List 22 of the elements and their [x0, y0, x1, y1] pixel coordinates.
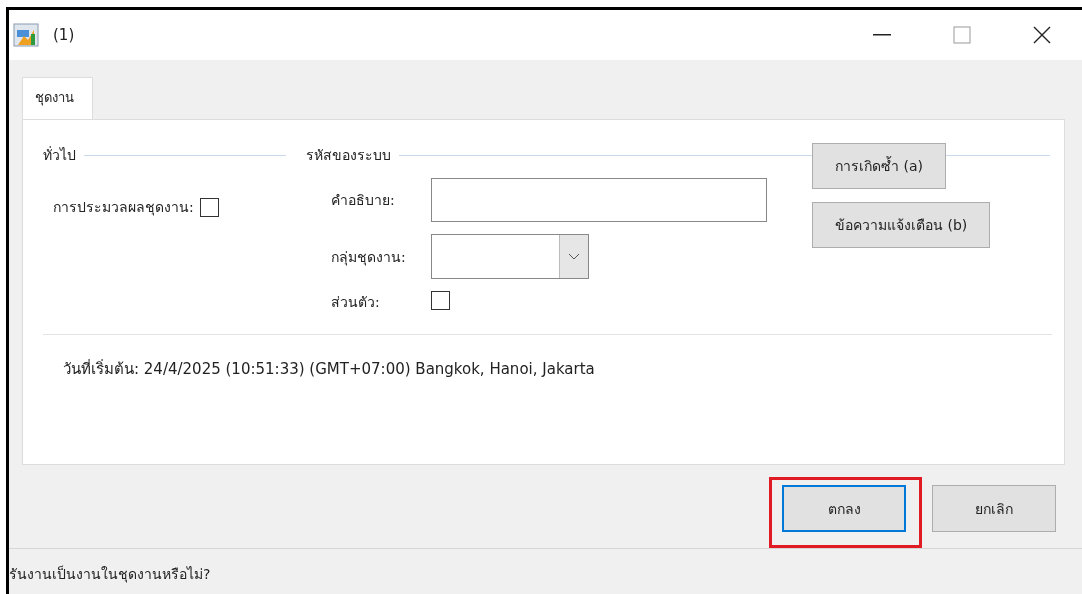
group-dropdown[interactable]: [431, 234, 589, 279]
section-heading: รหัสของระบบ: [306, 146, 391, 165]
dialog-button[interactable]: ตกลง: [782, 485, 906, 532]
minimize-icon[interactable]: [873, 34, 891, 36]
field-label: กลุ่มชุดงาน:: [331, 247, 407, 268]
field-label: ส่วนตัว:: [331, 293, 381, 312]
checkbox[interactable]: [199, 197, 219, 217]
description-field[interactable]: [431, 178, 767, 222]
action-button[interactable]: การเกิดซ้ำ (a): [812, 143, 946, 189]
section-heading: ทั่วไป: [43, 145, 76, 165]
app-icon: [13, 22, 39, 48]
window-title: (1): [53, 26, 75, 44]
close-icon[interactable]: [1033, 26, 1051, 44]
checkbox[interactable]: [431, 291, 450, 310]
field-label: การประมวลผลชุดงาน:: [53, 198, 194, 218]
chevron-down-icon: [568, 253, 580, 260]
tab[interactable]: ชุดงาน: [22, 77, 93, 119]
status-bar-text: รันงานเป็นงานในชุดงานหรือไม่?: [9, 548, 1082, 585]
field-label: คำอธิบาย:: [331, 191, 396, 210]
dialog-button[interactable]: ยกเลิก: [932, 485, 1056, 532]
start-date-text: วันที่เริ่มต้น: 24/4/2025 (10:51:33) (GMT+07:00) Bangkok, Hanoi, Jakarta: [63, 358, 596, 380]
action-button[interactable]: ข้อความแจ้งเตือน (b): [812, 202, 991, 248]
